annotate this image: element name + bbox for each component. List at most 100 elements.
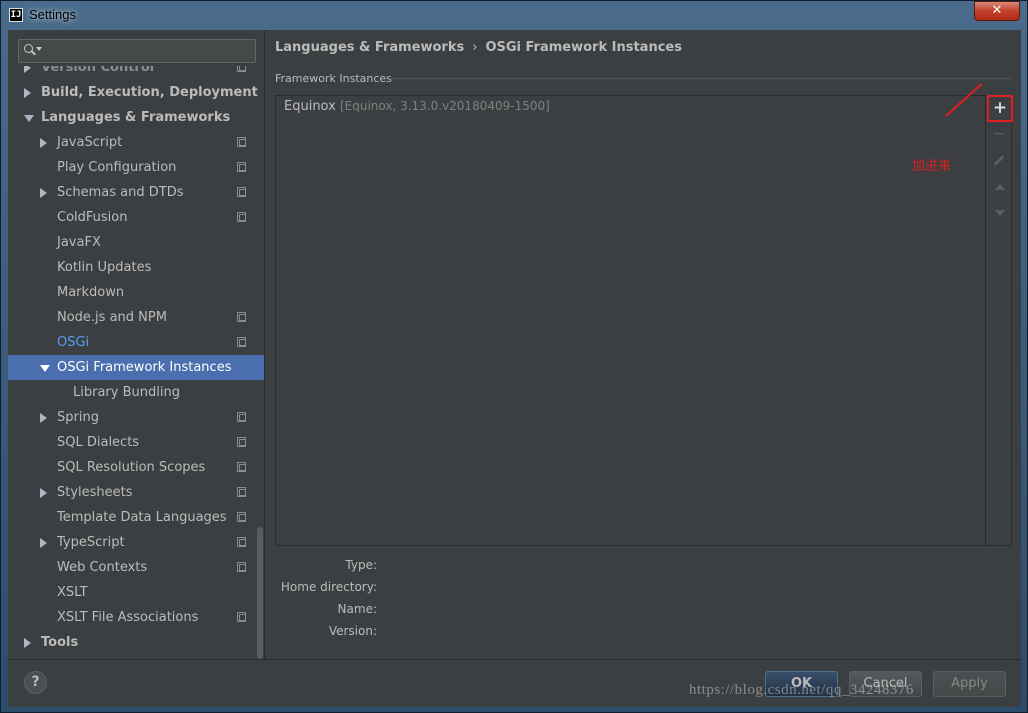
sidebar-item[interactable]: Template Data Languages	[8, 505, 264, 530]
annotation-text: 加进来	[912, 159, 952, 174]
sidebar-item-label: TypeScript	[57, 535, 125, 550]
chevron-right-icon[interactable]	[40, 538, 47, 548]
sidebar-item-label: ColdFusion	[57, 210, 128, 225]
watermark: https://blog.csdn.net/qq_34248376	[689, 682, 914, 698]
list-item[interactable]: Equinox [Equinox, 3.13.0.v20180409-1500]	[284, 99, 550, 114]
remove-instance-button[interactable]: −	[988, 123, 1010, 145]
sidebar-item-label: Library Bundling	[73, 385, 180, 400]
intellij-app-icon: IJ	[9, 8, 23, 22]
sidebar-item[interactable]: JavaScript	[8, 130, 264, 155]
dialog-body: Version Control Build, Execution, Deploym…	[8, 30, 1021, 707]
sidebar-item-label: Template Data Languages	[57, 510, 227, 525]
sidebar-item-label: OSGi Framework Instances	[57, 360, 232, 375]
sidebar-item[interactable]: Node.js and NPM	[8, 305, 264, 330]
version-label: Version:	[328, 624, 377, 638]
project-level-icon	[237, 537, 246, 547]
sidebar-item[interactable]: Markdown	[8, 280, 264, 305]
help-button[interactable]: ?	[24, 671, 47, 694]
edit-instance-button[interactable]	[988, 149, 1010, 171]
sidebar-item[interactable]: Kotlin Updates	[8, 255, 264, 280]
add-instance-button[interactable]: +	[987, 95, 1013, 122]
project-level-icon	[237, 412, 246, 422]
project-level-icon	[237, 187, 246, 197]
project-level-icon	[237, 66, 246, 72]
chevron-right-icon[interactable]	[24, 638, 31, 648]
sidebar-item[interactable]: OSGi Framework Instances	[8, 355, 264, 380]
sidebar-scrollbar[interactable]	[257, 527, 263, 659]
chevron-down-icon[interactable]	[40, 365, 50, 372]
breadcrumb-current: OSGi Framework Instances	[485, 40, 682, 55]
search-icon[interactable]	[23, 43, 43, 59]
project-level-icon	[237, 137, 246, 147]
window-close-button[interactable]: ✕	[974, 1, 1020, 21]
chevron-right-icon[interactable]	[40, 138, 47, 148]
sidebar-item-label: SQL Resolution Scopes	[57, 460, 206, 475]
apply-button[interactable]: Apply	[933, 671, 1006, 697]
sidebar-item[interactable]: Build, Execution, Deployment	[8, 80, 264, 105]
chevron-down-icon[interactable]	[24, 115, 34, 122]
move-down-button[interactable]	[988, 202, 1010, 224]
sidebar-item[interactable]: JavaFX	[8, 230, 264, 255]
framework-instances-list[interactable]: Equinox [Equinox, 3.13.0.v20180409-1500]…	[275, 95, 1013, 546]
sidebar-item[interactable]: Web Contexts	[8, 555, 264, 580]
chevron-right-icon[interactable]	[40, 488, 47, 498]
pencil-icon	[993, 155, 1005, 166]
project-level-icon	[237, 512, 246, 522]
sidebar-item-label: Node.js and NPM	[57, 310, 167, 325]
sidebar-item-label: Languages & Frameworks	[41, 110, 231, 125]
project-level-icon	[237, 437, 246, 447]
settings-content-panel: Languages & Frameworks › OSGi Framework In…	[265, 30, 1021, 659]
sidebar-item[interactable]: Play Configuration	[8, 155, 264, 180]
chevron-right-icon[interactable]	[24, 88, 31, 98]
project-level-icon	[237, 212, 246, 222]
sidebar-item-label: OSGi	[57, 335, 90, 350]
name-label: Name:	[337, 602, 377, 616]
breadcrumb-separator-icon: ›	[472, 40, 478, 55]
sidebar-item-label: JavaScript	[57, 135, 123, 150]
sidebar-item-label: XSLT File Associations	[57, 610, 199, 625]
sidebar-item[interactable]: Tools	[8, 630, 264, 655]
sidebar-item[interactable]: Version Control	[8, 66, 264, 80]
sidebar-item[interactable]: Languages & Frameworks	[8, 105, 264, 130]
sidebar-item[interactable]: Schemas and DTDs	[8, 180, 264, 205]
settings-sidebar: Version Control Build, Execution, Deploym…	[8, 30, 264, 659]
sidebar-item[interactable]: XSLT File Associations	[8, 605, 264, 630]
sidebar-item[interactable]: SQL Dialects	[8, 430, 264, 455]
arrow-up-icon	[995, 184, 1005, 190]
sidebar-item[interactable]: Spring	[8, 405, 264, 430]
sidebar-item-label: Version Control	[41, 66, 155, 75]
sidebar-item[interactable]: TypeScript	[8, 530, 264, 555]
breadcrumb: Languages & Frameworks › OSGi Framework In…	[275, 40, 682, 55]
chevron-right-icon[interactable]	[24, 66, 31, 73]
sidebar-item-label: Markdown	[57, 285, 125, 300]
settings-tree: Version Control Build, Execution, Deploym…	[8, 66, 264, 659]
sidebar-item[interactable]: Stylesheets	[8, 480, 264, 505]
sidebar-item[interactable]: Library Bundling	[8, 380, 264, 405]
move-up-button[interactable]	[988, 176, 1010, 198]
project-level-icon	[237, 562, 246, 572]
project-level-icon	[237, 162, 246, 172]
sidebar-item[interactable]: XSLT	[8, 580, 264, 605]
sidebar-item-label: Kotlin Updates	[57, 260, 152, 275]
instance-detail: [Equinox, 3.13.0.v20180409-1500]	[339, 99, 550, 113]
sidebar-item[interactable]: SQL Resolution Scopes	[8, 455, 264, 480]
title-bar: IJ Settings ✕	[1, 1, 1027, 29]
sidebar-item-label: JavaFX	[57, 235, 101, 250]
sidebar-item[interactable]: OSGi	[8, 330, 264, 355]
settings-search-input[interactable]	[18, 39, 256, 63]
sidebar-item-label: XSLT	[57, 585, 88, 600]
sidebar-item-label: Schemas and DTDs	[57, 185, 184, 200]
project-level-icon	[237, 612, 246, 622]
sidebar-item-label: Tools	[41, 635, 79, 650]
chevron-right-icon[interactable]	[40, 413, 47, 423]
sidebar-item-label: SQL Dialects	[57, 435, 140, 450]
instance-name: Equinox	[284, 99, 336, 114]
type-label: Type:	[345, 558, 377, 572]
window-title: Settings	[29, 7, 76, 22]
project-level-icon	[237, 487, 246, 497]
sidebar-item[interactable]: ColdFusion	[8, 205, 264, 230]
chevron-right-icon[interactable]	[40, 188, 47, 198]
project-level-icon	[237, 337, 246, 347]
section-divider	[391, 78, 1011, 79]
sidebar-item-label: Stylesheets	[57, 485, 133, 500]
